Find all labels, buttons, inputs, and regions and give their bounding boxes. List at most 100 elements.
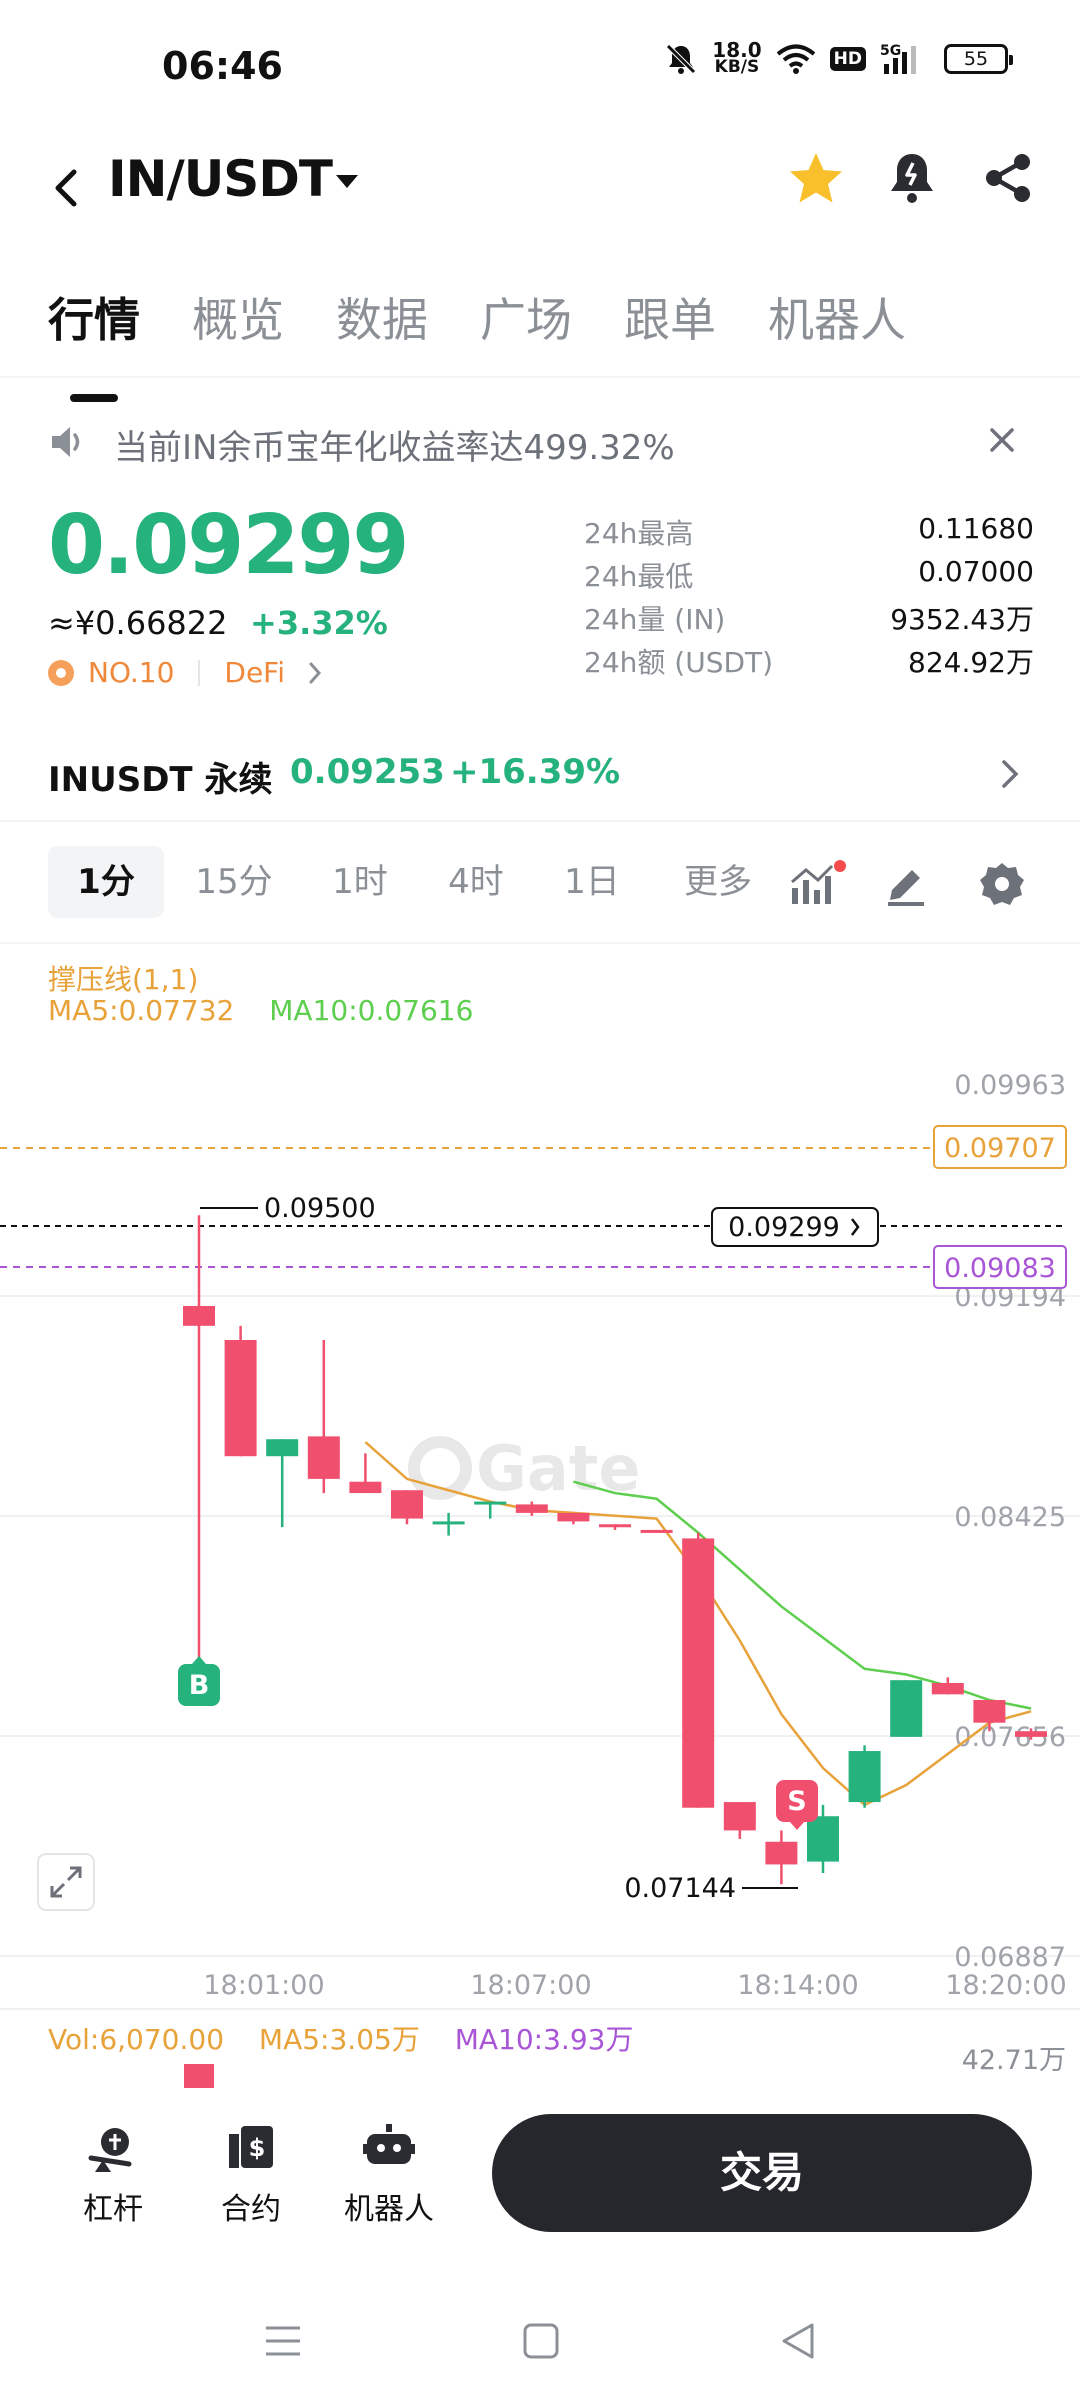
high-marker-value: 0.09500 <box>264 1193 376 1224</box>
menu-icon[interactable] <box>262 2320 304 2362</box>
interval-1m[interactable]: 1分 <box>48 846 164 918</box>
interval-4h[interactable]: 4时 <box>426 846 526 918</box>
net-speed: 18.0 KB/S <box>712 40 761 76</box>
bottom-action-bar: 杠杆 $ 合约 机器人 交易 <box>0 2090 1080 2260</box>
interval-more[interactable]: 更多 <box>668 846 768 918</box>
contract-icon: $ <box>229 2126 273 2168</box>
y-axis-labels: 0.09963 0.09194 0.08425 0.07656 0.06887 <box>954 1070 1066 1973</box>
leverage-label: 杠杆 <box>83 2192 143 2227</box>
candle-body <box>349 1481 382 1494</box>
current-price-value: 0.09299 <box>728 1212 840 1243</box>
battery-icon: 55 <box>944 44 1013 74</box>
perpetual-change: +16.39% <box>450 752 621 792</box>
volume-ma10-label: MA10:3.93万 <box>454 2023 634 2056</box>
candle-body <box>765 1841 798 1865</box>
candle-body <box>515 1504 548 1513</box>
candle-body <box>848 1751 881 1803</box>
kline-chart[interactable]: 撑压线(1,1) MA5:0.07732 MA10:0.07616 Gate 0… <box>0 944 1080 2088</box>
x-axis-labels: 18:01:00 18:07:00 18:14:00 18:20:00 <box>203 1970 1066 2001</box>
status-time: 06:46 <box>162 44 283 88</box>
interval-bar: 1分 15分 1时 4时 1日 更多 <box>0 846 1080 922</box>
resistance-value: 0.09707 <box>944 1133 1056 1164</box>
chevron-right-icon <box>1002 760 1019 788</box>
main-tabs: 行情 概览 数据 广场 跟单 机器人 <box>48 284 906 402</box>
volume-max-label: 42.71万 <box>961 2045 1066 2076</box>
candle-body <box>391 1490 423 1519</box>
tab-overview[interactable]: 概览 <box>192 284 284 350</box>
candle-body <box>432 1521 465 1525</box>
interval-1h[interactable]: 1时 <box>310 846 410 918</box>
gate-watermark: Gate <box>408 1432 640 1505</box>
trade-button[interactable]: 交易 <box>492 2114 1032 2232</box>
candle-body <box>266 1439 299 1457</box>
sell-marker-label: S <box>787 1786 806 1817</box>
support-value: 0.09083 <box>944 1253 1056 1284</box>
candle-body <box>1015 1731 1047 1737</box>
status-bar: 06:46 18.0 KB/S HD 5G 55 <box>0 0 1080 140</box>
volume-bar <box>184 2064 214 2088</box>
chart-settings-gear-icon[interactable] <box>978 860 1026 908</box>
candlestick-svg: Gate 0.09963 0.09194 0.08425 0.07656 0.0… <box>0 1070 1080 2010</box>
wifi-icon <box>776 44 815 74</box>
stat-row-low: 24h最低 0.07000 <box>584 555 1034 598</box>
tab-copy-trade[interactable]: 跟单 <box>624 284 716 350</box>
stat-value: 9352.43万 <box>890 603 1034 636</box>
tab-market[interactable]: 行情 <box>48 284 140 402</box>
candle-body <box>474 1501 507 1505</box>
stat-value: 0.07000 <box>918 555 1034 588</box>
buy-marker-label: B <box>189 1670 210 1701</box>
candle-body <box>557 1512 590 1522</box>
stat-label: 24h量 (IN) <box>584 603 726 636</box>
indicator-icon[interactable] <box>788 860 848 908</box>
tab-data[interactable]: 数据 <box>336 284 428 350</box>
candle-body <box>224 1339 257 1457</box>
volume-label: Vol:6,070.00 <box>48 2023 225 2056</box>
y-tick-label: 0.08425 <box>954 1502 1066 1533</box>
share-icon[interactable] <box>980 150 1036 206</box>
x-tick-label: 18:14:00 <box>737 1970 858 2001</box>
x-tick-label: 18:20:00 <box>945 1970 1066 2001</box>
x-tick-label: 18:01:00 <box>203 1970 324 2001</box>
price-alert-bell-icon[interactable] <box>884 148 940 208</box>
tab-square[interactable]: 广场 <box>480 284 572 350</box>
rank-label: NO.10 <box>88 656 175 689</box>
low-marker-value: 0.07144 <box>624 1873 736 1904</box>
candle-body <box>183 1305 215 1326</box>
robot-button[interactable]: 机器人 <box>334 2120 444 2228</box>
close-icon[interactable] <box>982 420 1022 460</box>
tab-robot[interactable]: 机器人 <box>768 284 906 350</box>
volume-ma5-label: MA5:3.05万 <box>258 2023 420 2056</box>
stat-label: 24h最高 <box>584 517 694 550</box>
mute-bell-icon <box>666 44 697 74</box>
tabs-divider <box>0 376 1080 378</box>
perpetual-name: INUSDT 永续 <box>48 760 273 800</box>
back-triangle-icon[interactable] <box>778 2320 820 2362</box>
hd-badge: HD <box>829 47 866 71</box>
y-tick-label: 0.06887 <box>954 1942 1066 1973</box>
back-arrow-icon[interactable] <box>46 158 86 218</box>
rank-row[interactable]: NO.10 DeFi <box>48 656 323 689</box>
svg-text:5G: 5G <box>880 43 901 59</box>
home-icon[interactable] <box>520 2320 562 2362</box>
header: IN/USDT <box>0 140 1080 240</box>
stat-row-turnover: 24h额 (USDT) 824.92万 <box>584 641 1034 684</box>
favorite-star-icon[interactable] <box>786 148 846 208</box>
rank-separator <box>198 659 201 686</box>
status-icons: 18.0 KB/S HD 5G 55 <box>664 40 1013 76</box>
candle-body <box>599 1524 631 1528</box>
y-tick-label: 0.09963 <box>954 1070 1066 1101</box>
expand-chart-button[interactable] <box>37 1853 95 1911</box>
chevron-right-icon <box>309 662 322 683</box>
leverage-button[interactable]: 杠杆 <box>58 2120 168 2228</box>
perpetual-row[interactable]: INUSDT 永续 0.09253 +16.39% <box>0 740 1080 806</box>
notice-text: 当前IN余币宝年化收益率达499.32% <box>114 428 675 468</box>
draw-pen-icon[interactable] <box>882 860 930 908</box>
caret-down-icon[interactable] <box>334 172 360 192</box>
notice-banner[interactable]: 当前IN余币宝年化收益率达499.32% <box>0 404 1080 484</box>
interval-1d[interactable]: 1日 <box>542 846 642 918</box>
contract-button[interactable]: $ 合约 <box>196 2120 306 2228</box>
candle-body <box>723 1802 756 1831</box>
pair-title[interactable]: IN/USDT <box>108 150 333 208</box>
candle-body <box>807 1816 839 1862</box>
interval-15m[interactable]: 15分 <box>184 846 284 918</box>
